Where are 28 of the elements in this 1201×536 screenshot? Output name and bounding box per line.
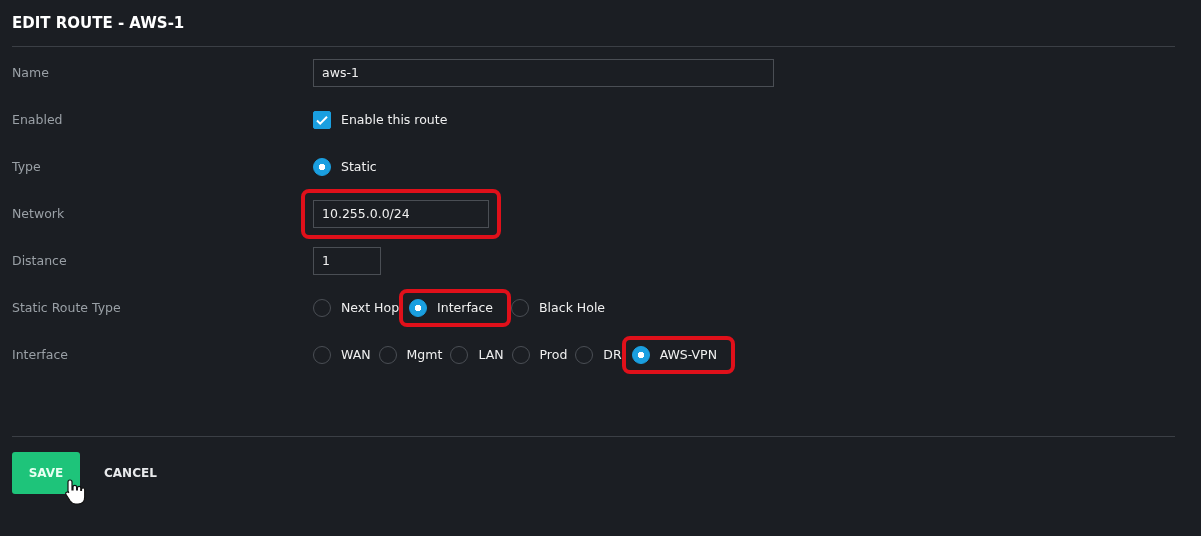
radio-option[interactable]: Next Hop: [313, 298, 400, 317]
checkbox-option[interactable]: Enable this route: [313, 110, 448, 129]
radio-button[interactable]: [313, 157, 331, 176]
text-field[interactable]: aws-1: [313, 58, 774, 87]
field-label: Distance: [12, 253, 68, 268]
radio-button[interactable]: [409, 298, 428, 317]
field-label: Static Route Type: [12, 300, 122, 315]
field-label: Interface: [12, 347, 69, 362]
cancel-button[interactable]: CANCEL: [104, 462, 157, 484]
field-label: Network: [12, 206, 66, 221]
field-label: Enabled: [12, 112, 64, 127]
radio-option[interactable]: DR: [575, 345, 622, 364]
radio-option[interactable]: LAN: [450, 345, 504, 364]
radio-option[interactable]: WAN: [313, 345, 371, 364]
text-field[interactable]: 10.255.0.0/24: [313, 199, 489, 228]
radio-option[interactable]: Black Hole: [511, 298, 606, 317]
text-field[interactable]: 1: [313, 246, 381, 275]
radio-option[interactable]: Static: [313, 157, 377, 176]
field-label: Name: [12, 65, 50, 80]
radio-option[interactable]: Interface: [409, 298, 494, 317]
radio-button[interactable]: [631, 345, 650, 364]
checkbox[interactable]: [313, 110, 331, 129]
field-label: Type: [12, 159, 42, 174]
radio-option[interactable]: Mgmt: [378, 345, 443, 364]
radio-option[interactable]: AWS-VPN: [631, 345, 717, 364]
hand-cursor-icon: [64, 478, 86, 506]
dialog-title: EDIT ROUTE - AWS-1: [12, 14, 186, 34]
radio-option[interactable]: Prod: [511, 345, 568, 364]
